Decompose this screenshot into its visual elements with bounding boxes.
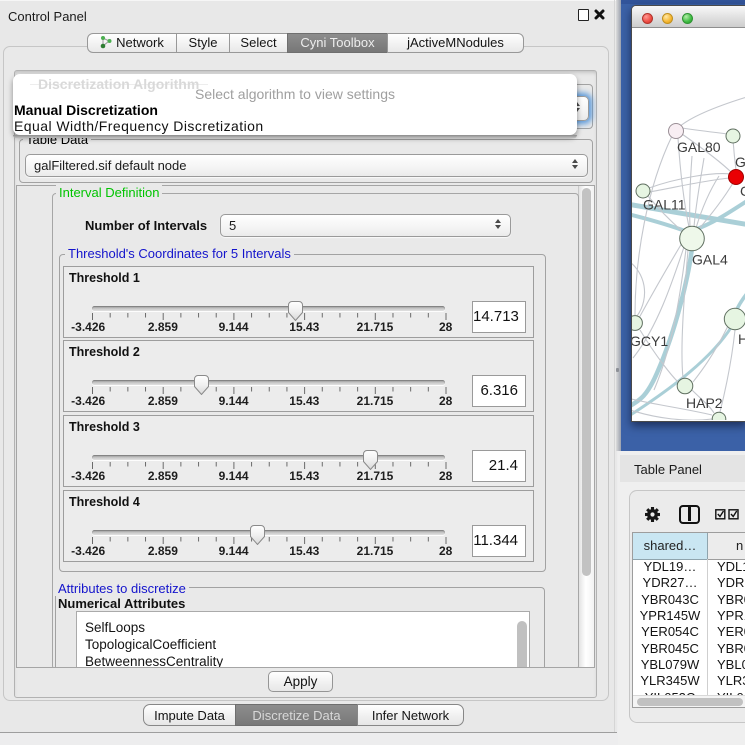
svg-text:GA: GA xyxy=(735,154,745,170)
svg-text:GAL11: GAL11 xyxy=(643,197,686,213)
svg-text:C: C xyxy=(740,183,745,199)
svg-text:GAL4: GAL4 xyxy=(692,252,728,268)
svg-text:GCY1: GCY1 xyxy=(632,333,668,349)
svg-text:HAP2: HAP2 xyxy=(686,395,723,411)
svg-text:H: H xyxy=(738,331,745,347)
svg-text:GAL80: GAL80 xyxy=(677,139,721,155)
